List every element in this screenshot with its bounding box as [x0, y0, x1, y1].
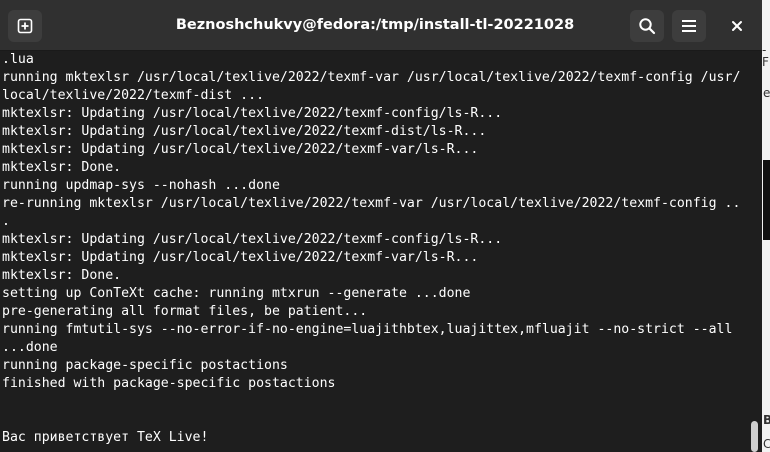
terminal-line: mktexlsr: Updating /usr/local/texlive/20…: [2, 106, 503, 121]
terminal-line: mktexlsr: Done.: [2, 268, 122, 283]
background-text: B: [763, 413, 770, 427]
background-shape: [763, 160, 770, 240]
background-text: e: [763, 86, 770, 100]
terminal-line: re-running mktexlsr /usr/local/texlive/2…: [2, 196, 741, 211]
terminal-line: mktexlsr: Updating /usr/local/texlive/20…: [2, 142, 479, 157]
terminal-line: mktexlsr: Updating /usr/local/texlive/20…: [2, 124, 487, 139]
terminal-line: setting up ConTeXt cache: running mtxrun…: [2, 286, 471, 301]
terminal-line: running package-specific postactions: [2, 358, 288, 373]
terminal-line: running fmtutil-sys --no-error-if-no-eng…: [2, 322, 733, 337]
desktop-background: -F e B C: [762, 0, 770, 452]
header-bar: Beznoshchukvy@fedora:/tmp/install-tl-202…: [0, 0, 770, 51]
search-icon: [639, 18, 656, 35]
new-tab-icon: [17, 18, 33, 34]
terminal-line: pre-generating all format files, be pati…: [2, 304, 368, 319]
terminal-line: local/texlive/2022/texmf-dist ...: [2, 88, 265, 103]
scrollbar[interactable]: [748, 51, 762, 452]
terminal-line: running updmap-sys --nohash ...done: [2, 178, 280, 193]
close-icon: [732, 21, 742, 31]
terminal-line: mktexlsr: Done.: [2, 160, 122, 175]
terminal-line: mktexlsr: Updating /usr/local/texlive/20…: [2, 250, 479, 265]
hamburger-menu-icon: [682, 20, 696, 32]
background-text: -F: [762, 43, 769, 69]
terminal-line: running mktexlsr /usr/local/texlive/2022…: [2, 70, 741, 85]
terminal-output[interactable]: .lua running mktexlsr /usr/local/texlive…: [0, 51, 748, 452]
scrollbar-thumb[interactable]: [751, 421, 758, 452]
terminal-line: mktexlsr: Updating /usr/local/texlive/20…: [2, 232, 503, 247]
terminal-line: finished with package-specific postactio…: [2, 376, 336, 391]
terminal-line: .lua: [2, 52, 34, 67]
terminal-line: .: [2, 214, 10, 229]
terminal-window: Beznoshchukvy@fedora:/tmp/install-tl-202…: [0, 0, 770, 452]
terminal-line: Вас приветствует TeX Live!: [2, 430, 209, 445]
menu-button[interactable]: [672, 10, 706, 42]
background-text: C: [763, 437, 770, 451]
new-tab-button[interactable]: [8, 10, 42, 42]
window-title: Beznoshchukvy@fedora:/tmp/install-tl-202…: [175, 17, 575, 33]
close-button[interactable]: [722, 10, 752, 42]
search-button[interactable]: [630, 10, 664, 42]
terminal-line: ...done: [2, 340, 58, 355]
